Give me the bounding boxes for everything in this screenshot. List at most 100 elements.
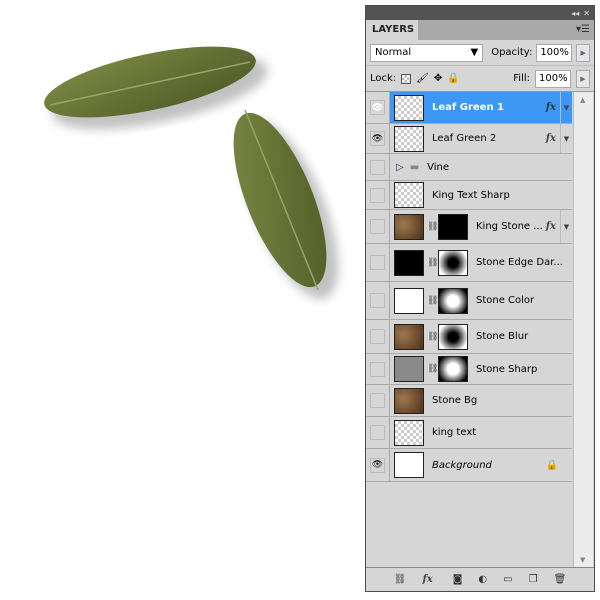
layer-thumbnail xyxy=(394,94,424,121)
fill-input[interactable]: 100% xyxy=(535,69,571,88)
layer-name: Leaf Green 1 xyxy=(432,102,504,113)
layer-name: Background xyxy=(432,459,492,471)
panel-menu-icon[interactable]: ▾☰ xyxy=(576,24,590,35)
effects-expand-icon[interactable]: ▼ xyxy=(560,92,572,123)
visibility-toggle[interactable] xyxy=(366,181,390,209)
eye-icon: 👁 xyxy=(371,460,384,470)
fill-slider-button[interactable]: ▶ xyxy=(576,69,590,88)
eye-icon: 👁 xyxy=(371,102,384,113)
visibility-toggle[interactable] xyxy=(366,385,390,416)
close-icon[interactable]: ✕ xyxy=(583,9,590,18)
folder-icon: ▬ xyxy=(409,161,420,173)
layer-thumbnail xyxy=(394,182,424,208)
collapse-icon[interactable]: ◂◂ xyxy=(571,9,579,18)
visibility-toggle[interactable] xyxy=(366,282,390,319)
layer-row[interactable]: king text xyxy=(366,417,572,449)
layer-thumbnail xyxy=(394,387,424,414)
layer-name: Stone Color xyxy=(476,295,535,306)
layer-row[interactable]: 👁 Background 🔒 xyxy=(366,449,572,482)
mask-thumbnail xyxy=(438,356,468,382)
mask-thumbnail xyxy=(438,287,468,314)
layer-row[interactable]: ⛓ Stone Sharp xyxy=(366,354,572,385)
layer-row[interactable]: ⛓ Stone Color xyxy=(366,282,572,320)
blend-mode-value: Normal xyxy=(375,47,412,58)
new-layer-icon[interactable]: ❐ xyxy=(529,574,538,585)
visibility-toggle[interactable] xyxy=(366,320,390,353)
layer-row[interactable]: King Text Sharp xyxy=(366,181,572,210)
delete-layer-icon[interactable]: 🗑 xyxy=(554,574,567,585)
fx-icon[interactable]: fx xyxy=(546,102,556,113)
layer-name: Stone Bg xyxy=(432,395,478,406)
add-mask-icon[interactable]: ◙ xyxy=(453,574,463,585)
leaf-artwork xyxy=(44,46,339,300)
visibility-toggle[interactable]: 👁 xyxy=(366,92,390,123)
tab-layers[interactable]: LAYERS xyxy=(366,20,418,40)
visibility-toggle[interactable] xyxy=(366,417,390,448)
layer-row[interactable]: ⛓ King Stone ... fx ▼ xyxy=(366,210,572,244)
layer-name: Vine xyxy=(427,161,450,173)
new-group-icon[interactable]: ▭ xyxy=(503,574,512,585)
visibility-toggle[interactable] xyxy=(366,154,390,180)
eye-icon: 👁 xyxy=(371,133,384,144)
effects-expand-icon[interactable]: ▼ xyxy=(560,124,572,153)
mask-link-icon[interactable]: ⛓ xyxy=(427,222,438,232)
mask-link-icon[interactable]: ⛓ xyxy=(427,364,438,374)
layer-name: Stone Sharp xyxy=(476,363,538,375)
layer-thumbnail xyxy=(394,356,424,382)
layer-name: Stone Edge Dar... xyxy=(476,257,563,268)
lock-brush-icon[interactable]: 🖌 xyxy=(416,73,429,84)
chevron-down-icon: ▼ xyxy=(470,47,479,58)
mask-link-icon[interactable]: ⛓ xyxy=(427,296,438,306)
layer-row[interactable]: 👁 Leaf Green 1 fx ▼ xyxy=(366,92,572,124)
layer-thumbnail xyxy=(394,249,424,276)
mask-link-icon[interactable]: ⛓ xyxy=(427,258,438,268)
layer-row[interactable]: ⛓ Stone Edge Dar... xyxy=(366,244,572,282)
add-style-icon[interactable]: fx xyxy=(422,574,432,585)
lock-transparency-icon[interactable] xyxy=(401,73,412,84)
visibility-toggle[interactable]: 👁 xyxy=(366,124,390,153)
panel-titlebar: ◂◂ ✕ xyxy=(366,6,594,20)
layer-name: king text xyxy=(432,427,477,438)
visibility-toggle[interactable] xyxy=(366,354,390,384)
scroll-down-icon[interactable]: ▼ xyxy=(580,556,585,564)
lock-icon: 🔒 xyxy=(545,459,558,471)
layer-thumbnail xyxy=(394,419,424,446)
layer-thumbnail xyxy=(394,323,424,350)
mask-thumbnail xyxy=(438,323,468,350)
layers-panel: ◂◂ ✕ LAYERS ▾☰ Normal ▼ Opacity: 100% ▶ Loc… xyxy=(365,5,595,592)
layer-row[interactable]: ▷ ▬ Vine xyxy=(366,154,572,181)
visibility-toggle[interactable]: 👁 xyxy=(366,449,390,481)
fx-icon[interactable]: fx xyxy=(546,133,556,144)
effects-expand-icon[interactable]: ▼ xyxy=(560,210,572,243)
lock-label: Lock: xyxy=(370,73,397,84)
layer-thumbnail xyxy=(394,287,424,314)
link-layers-icon[interactable]: ⛓ xyxy=(394,574,407,585)
layer-name: Leaf Green 2 xyxy=(432,133,497,144)
lock-all-icon[interactable]: 🔒 xyxy=(447,73,459,84)
mask-thumbnail xyxy=(438,249,468,276)
scroll-up-icon[interactable]: ▲ xyxy=(580,96,585,104)
fx-icon[interactable]: fx xyxy=(546,221,556,232)
layer-row[interactable]: ⛓ Stone Blur xyxy=(366,320,572,354)
mask-thumbnail xyxy=(438,213,468,240)
opacity-label: Opacity: xyxy=(491,47,533,58)
fill-label: Fill: xyxy=(513,73,530,84)
opacity-slider-button[interactable]: ▶ xyxy=(576,43,590,62)
adjustment-layer-icon[interactable]: ◐ xyxy=(478,574,487,585)
lock-move-icon[interactable]: ✥ xyxy=(434,73,442,84)
layers-list: 👁 Leaf Green 1 fx ▼ 👁 Leaf Green 2 fx ▼ ▷ ▬ Vine Ki… xyxy=(366,92,572,568)
layer-row[interactable]: 👁 Leaf Green 2 fx ▼ xyxy=(366,124,572,154)
mask-link-icon[interactable]: ⛓ xyxy=(427,332,438,342)
layer-row[interactable]: Stone Bg xyxy=(366,385,572,417)
layer-thumbnail xyxy=(394,452,424,478)
layer-thumbnail xyxy=(394,125,424,152)
layer-name: King Text Sharp xyxy=(432,189,510,201)
scrollbar[interactable]: ▲ ▼ xyxy=(573,92,593,568)
layer-name: Stone Blur xyxy=(476,331,529,342)
layer-thumbnail xyxy=(394,213,424,240)
expand-triangle-icon[interactable]: ▷ xyxy=(396,162,404,173)
visibility-toggle[interactable] xyxy=(366,244,390,281)
opacity-input[interactable]: 100% xyxy=(536,43,573,62)
blend-mode-select[interactable]: Normal ▼ xyxy=(370,43,484,62)
visibility-toggle[interactable] xyxy=(366,210,390,243)
